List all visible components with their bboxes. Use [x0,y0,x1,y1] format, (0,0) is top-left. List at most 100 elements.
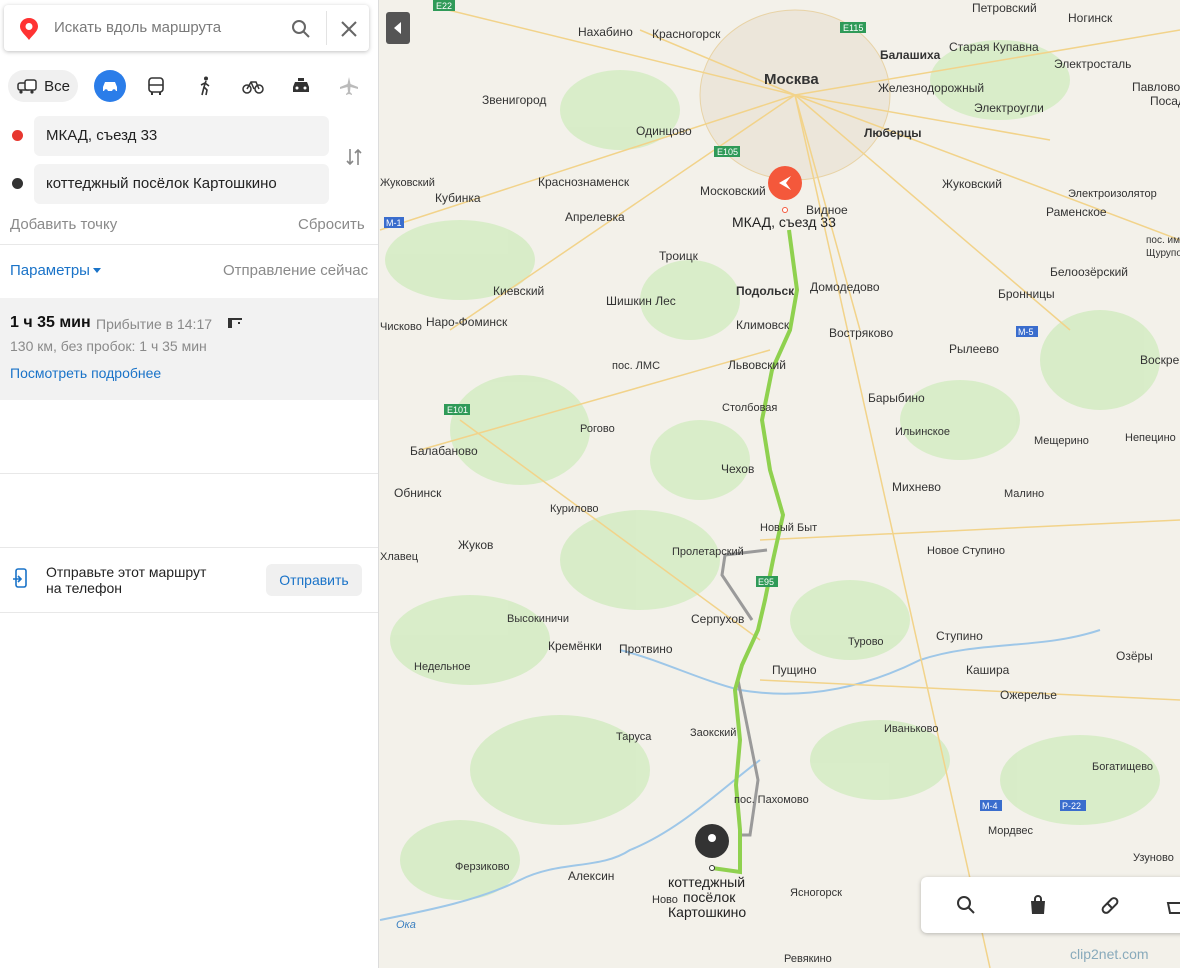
parameters-link[interactable]: Параметры [10,262,90,279]
close-icon[interactable] [338,18,360,40]
from-field[interactable]: МКАД, съезд 33 [34,116,329,156]
search-icon[interactable] [290,18,312,40]
svg-text:Востряково: Востряково [829,326,894,340]
svg-text:Обнинск: Обнинск [394,486,442,500]
search-bar[interactable]: Искать вдоль маршрута [4,5,369,51]
start-point-label: МКАД, съезд 33 [732,214,836,230]
svg-text:Ферзиково: Ферзиково [455,861,510,873]
end-pin-icon [708,834,716,842]
svg-text:Звенигород: Звенигород [482,93,546,107]
svg-text:Хлавец: Хлавец [380,551,419,563]
svg-text:Ясногорск: Ясногорск [790,887,842,899]
pill-icon[interactable] [1098,893,1122,917]
svg-text:Узуново: Узуново [1133,852,1174,864]
reset-link[interactable]: Сбросить [298,216,365,233]
svg-text:Одинцово: Одинцово [636,124,692,138]
mode-bus-button[interactable] [144,70,168,102]
svg-text:Люберцы: Люберцы [864,126,922,140]
route-card[interactable]: 1 ч 35 мин Прибытие в 14:17 130 км, без … [0,298,378,400]
chevron-down-icon[interactable] [92,267,102,275]
basket-icon[interactable] [1164,893,1180,917]
svg-text:Михнево: Михнево [892,480,941,494]
to-field[interactable]: коттеджный посёлок Картошкино [34,164,329,204]
svg-text:Ступино: Ступино [936,629,983,643]
divider [0,612,378,613]
svg-text:Ильинское: Ильинское [895,426,950,438]
swap-points-icon[interactable] [343,146,365,168]
svg-text:Недельное: Недельное [414,661,470,673]
svg-text:Рогово: Рогово [580,423,615,435]
divider [0,547,378,548]
svg-text:Ока: Ока [396,919,416,931]
route-details-link[interactable]: Посмотреть подробнее [10,365,161,381]
route-panel: Искать вдоль маршрута Все МКАД, съезд 33 [0,0,379,968]
mode-taxi-button[interactable] [288,70,314,102]
mode-all-button[interactable]: Все [8,70,78,102]
svg-text:Барыбино: Барыбино [868,391,925,405]
divider [0,473,378,474]
end-point-dot [12,178,23,189]
mode-car-button[interactable] [94,70,126,102]
svg-text:Киевский: Киевский [493,284,544,298]
svg-text:Краснознаменск: Краснознаменск [538,175,630,189]
svg-text:Петровский: Петровский [972,1,1037,15]
svg-text:Мещерино: Мещерино [1034,435,1089,447]
send-to-phone-text: Отправьте этот маршрут [46,564,207,580]
car-icon [103,82,117,93]
svg-text:Ревякино: Ревякино [784,953,832,965]
svg-text:Курилово: Курилово [550,503,599,515]
svg-text:пос. ЛМС: пос. ЛМС [612,360,660,372]
svg-text:M-1: M-1 [386,218,402,228]
search-icon[interactable] [954,893,978,917]
svg-text:Кубинка: Кубинка [435,191,481,205]
svg-text:Жуковский: Жуковский [380,177,435,189]
svg-text:Пущино: Пущино [772,663,817,677]
svg-text:Раменское: Раменское [1046,205,1107,219]
svg-text:Чисково: Чисково [380,321,422,333]
from-field-value: МКАД, съезд 33 [46,127,158,144]
yandex-maps-logo-icon [20,18,38,40]
svg-text:Посад: Посад [1150,94,1180,108]
svg-text:Малино: Малино [1004,488,1044,500]
svg-text:Ожерелье: Ожерелье [1000,688,1057,702]
transport-modes: Все [8,70,370,102]
svg-text:Московский: Московский [700,184,766,198]
taxi-icon [293,78,309,92]
collapse-panel-button[interactable] [386,12,410,44]
svg-text:Серпухов: Серпухов [691,612,744,626]
svg-text:Жуков: Жуков [458,538,493,552]
svg-text:Наро-Фоминск: Наро-Фоминск [426,315,508,329]
svg-text:Воскре: Воскре [1140,353,1180,367]
pedestrian-icon [200,76,210,96]
search-input[interactable]: Искать вдоль маршрута [54,19,221,36]
map-toolbar [921,877,1180,933]
svg-text:P-22: P-22 [1062,801,1081,811]
svg-text:Заокский: Заокский [690,727,736,739]
svg-text:Домодедово: Домодедово [810,280,880,294]
svg-text:Рылеево: Рылеево [949,342,999,356]
svg-text:Троицк: Троицк [659,249,699,263]
svg-text:Нахабино: Нахабино [578,25,633,39]
svg-text:Жуковский: Жуковский [942,177,1002,191]
svg-text:Электросталь: Электросталь [1054,57,1131,71]
departure-time[interactable]: Отправление сейчас [223,262,368,279]
mode-plane-button[interactable] [336,70,362,102]
map-canvas[interactable]: E22 E115 E105 M-1 E101 M-5 M-4 P-22 E95 … [378,0,1180,968]
shopping-bag-icon[interactable] [1026,893,1050,917]
watermark: clip2net.com [1070,946,1149,962]
mode-bike-button[interactable] [240,70,266,102]
svg-text:Таруса: Таруса [616,731,652,743]
end-point-label-2: посёлок [683,889,736,905]
svg-text:Подольск: Подольск [736,284,795,298]
route-arrival: Прибытие в 14:17 [96,316,213,332]
to-field-value: коттеджный посёлок Картошкино [46,175,277,192]
svg-text:Павлово: Павлово [1132,80,1180,94]
svg-text:Железнодорожный: Железнодорожный [878,81,984,95]
svg-text:M-4: M-4 [982,801,998,811]
mode-walk-button[interactable] [193,70,217,102]
svg-text:Электроугли: Электроугли [974,101,1044,115]
svg-text:Белоозёрский: Белоозёрский [1050,265,1128,279]
add-point-link[interactable]: Добавить точку [10,216,117,233]
svg-text:E95: E95 [758,577,774,587]
send-button[interactable]: Отправить [266,564,362,596]
